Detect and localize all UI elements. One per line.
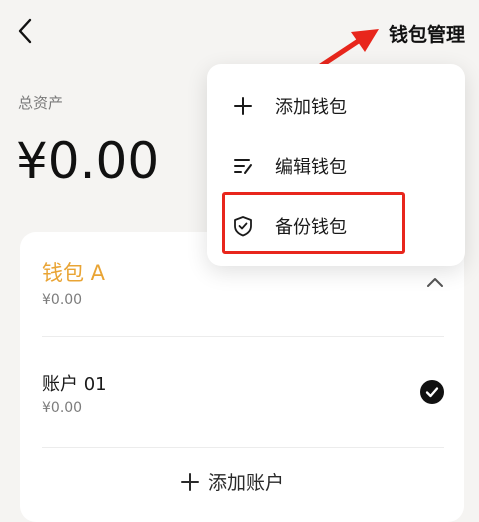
divider (42, 336, 444, 337)
wallet-name[interactable]: 钱包 A (42, 257, 105, 287)
wallet-management-title[interactable]: 钱包管理 (389, 20, 465, 47)
menu-item-label: 编辑钱包 (275, 157, 347, 178)
check-selected-icon[interactable] (420, 380, 444, 404)
account-amount: ¥0.00 (42, 400, 83, 416)
add-account-label: 添加账户 (208, 472, 285, 494)
add-account-button[interactable]: 添加账户 (180, 468, 284, 495)
total-assets-label: 总资产 (18, 94, 64, 112)
wallet-card: 钱包 A ¥0.00 账户 01 ¥0.00 添加账户 (20, 232, 464, 522)
edit-list-icon (234, 159, 252, 174)
plus-icon (181, 472, 199, 491)
chevron-up-icon[interactable] (426, 276, 444, 288)
wallet-amount: ¥0.00 (42, 292, 83, 308)
menu-item-edit-wallet[interactable]: 编辑钱包 (207, 140, 465, 192)
annotation-highlight-box (222, 192, 405, 254)
divider (42, 447, 444, 448)
back-chevron-icon[interactable] (14, 16, 38, 46)
plus-icon (234, 97, 252, 115)
menu-item-add-wallet[interactable]: 添加钱包 (207, 80, 465, 132)
total-assets-amount: ¥0.00 (16, 132, 160, 190)
menu-item-label: 添加钱包 (275, 97, 347, 118)
account-name: 账户 01 (42, 374, 107, 395)
